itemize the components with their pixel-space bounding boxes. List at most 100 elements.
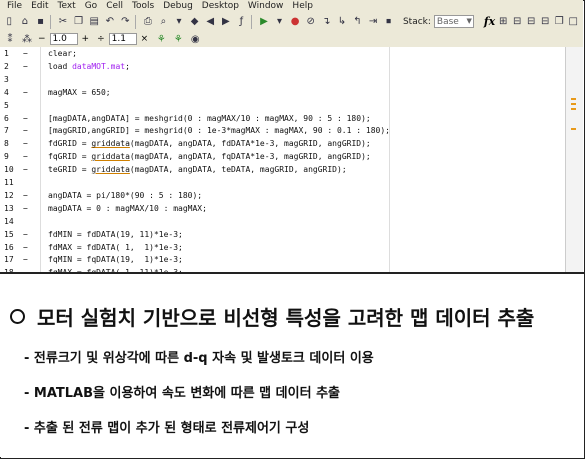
code-text: load dataMOT.mat; (48, 60, 130, 73)
code-line[interactable]: 11 (0, 176, 560, 189)
cut-icon[interactable]: ✂ (57, 15, 70, 29)
breakpoint-dash[interactable]: − (23, 189, 28, 202)
code-line[interactable]: 9 − fqGRID = griddata(magDATA, angDATA, fq… (0, 150, 560, 163)
times-button[interactable]: × (141, 34, 149, 44)
save-icon[interactable]: ▪ (34, 15, 47, 29)
breakpoint-dash[interactable]: − (23, 241, 28, 254)
open-folder-icon[interactable]: ⌂ (19, 15, 32, 29)
code-line[interactable]: 15− fdMIN = fdDATA(19, 11)*1e-3; (0, 228, 560, 241)
menu-item-window[interactable]: Window (248, 1, 284, 11)
menu-item-go[interactable]: Go (85, 1, 97, 11)
forward-icon[interactable]: ▶ (220, 15, 233, 29)
code-line[interactable]: 6 − [magDATA,angDATA] = meshgrid(0 : magMA… (0, 112, 560, 125)
split-horizontal-icon[interactable]: ⊟ (511, 15, 523, 29)
code-line[interactable]: 3 (0, 73, 560, 86)
cell-value-input[interactable]: 1.0 (49, 33, 78, 45)
code-line[interactable]: 14 (0, 215, 560, 228)
maximize-icon[interactable]: □ (567, 15, 579, 29)
divide-button[interactable]: ÷ (97, 34, 105, 44)
code-line[interactable]: 13− magDATA = 0 : magMAX/10 : magMAX; (0, 202, 560, 215)
cell-evaluate-icon[interactable]: ⚘ (154, 32, 168, 46)
breakpoint-dash[interactable]: − (23, 124, 28, 137)
cell-eval-icon[interactable]: ⁂ (20, 32, 34, 46)
breakpoint-dash[interactable]: − (23, 60, 28, 73)
cell-factor: 1.1 (111, 34, 126, 44)
code-text: fqGRID = griddata(magDATA, angDATA, fqDA… (48, 150, 371, 163)
menu-item-edit[interactable]: Edit (31, 1, 48, 11)
undo-icon[interactable]: ↶ (103, 15, 116, 29)
cell-factor-input[interactable]: 1.1 (108, 33, 137, 45)
breakpoint-dash[interactable]: − (23, 163, 28, 176)
run-icon[interactable]: ▶ (258, 15, 271, 29)
stack-select[interactable]: Base ▼ (433, 15, 474, 28)
help-icon[interactable]: ◉ (188, 32, 202, 46)
code-text: fdMIN = fdDATA(19, 11)*1e-3; (48, 228, 183, 241)
breakpoint-dash[interactable]: − (23, 150, 28, 163)
code-line[interactable]: 7 − [magGRID,angGRID] = meshgrid(0 : 1e-3*… (0, 124, 560, 137)
code-line[interactable]: 1 − clear; (0, 47, 560, 60)
code-line[interactable]: 2 − load dataMOT.mat; (0, 60, 560, 73)
warning-marker[interactable] (571, 128, 576, 130)
breakpoint-dash[interactable]: − (23, 228, 28, 241)
breakpoint-dash[interactable]: − (23, 112, 28, 125)
menu-item-text[interactable]: Text (58, 1, 76, 11)
code-line[interactable]: 10− teGRID = griddata(magDATA, angDATA, t… (0, 163, 560, 176)
code-line[interactable]: 4 − magMAX = 650; (0, 86, 560, 99)
find-icon[interactable]: ⌕ (157, 15, 170, 29)
step-icon[interactable]: ↴ (320, 15, 333, 29)
menu-item-help[interactable]: Help (292, 1, 313, 11)
continue-icon[interactable]: ⇥ (367, 15, 380, 29)
menu-item-desktop[interactable]: Desktop (202, 1, 239, 11)
code-line[interactable]: 8 − fdGRID = griddata(magDATA, angDATA, fd… (0, 137, 560, 150)
code-line[interactable]: 5 (0, 99, 560, 112)
code-text: fqMIN = fqDATA(19, 1)*1e-3; (48, 253, 183, 266)
warning-marker[interactable] (571, 103, 576, 105)
function-icon[interactable]: ƒ (235, 15, 248, 29)
code-editor[interactable]: 1 − clear; 2 − load dataMOT.mat; 3 4 − magMAX = 6… (0, 47, 583, 273)
split-vertical-icon[interactable]: ⊟ (525, 15, 537, 29)
menu-item-tools[interactable]: Tools (132, 1, 154, 11)
tile-icon[interactable]: ⊞ (497, 15, 509, 29)
paste-icon[interactable]: ▤ (88, 15, 101, 29)
new-file-icon[interactable]: ▯ (3, 15, 16, 29)
breakpoint-dash[interactable]: − (23, 253, 28, 266)
breakpoint-dash[interactable]: − (23, 47, 28, 60)
breakpoint-icon[interactable]: ● (289, 15, 302, 29)
breakpoint-dash[interactable]: − (23, 86, 28, 99)
dropdown-icon[interactable]: ▾ (173, 15, 186, 29)
menu-item-file[interactable]: File (7, 1, 22, 11)
code-token: (magDATA, angDATA, fqDATA*1e-3, magGRID,… (129, 152, 371, 162)
minus-button[interactable]: − (38, 34, 46, 44)
code-line[interactable]: 16− fdMAX = fdDATA( 1, 1)*1e-3; (0, 241, 560, 254)
breakpoint-dash[interactable]: − (23, 202, 28, 215)
menu-item-debug[interactable]: Debug (163, 1, 193, 11)
code-token: magDATA = 0 : magMAX/10 : magMAX; (48, 203, 207, 213)
bookmark-icon[interactable]: ◆ (188, 15, 201, 29)
copy-icon[interactable]: ❐ (72, 15, 85, 29)
restore-icon[interactable]: ❐ (553, 15, 565, 29)
plus-button[interactable]: + (82, 34, 90, 44)
cell-advance-icon[interactable]: ⚘ (171, 32, 185, 46)
step-out-icon[interactable]: ↰ (351, 15, 364, 29)
split-icon[interactable]: ⊟ (539, 15, 551, 29)
message-bar[interactable] (565, 47, 583, 273)
cell-toolbar: ⁑ ⁂ − 1.0 + ÷ 1.1 × ⚘ ⚘ ◉ (0, 31, 583, 48)
menu-item-cell[interactable]: Cell (106, 1, 123, 11)
code-line[interactable]: 17− fqMIN = fqDATA(19, 1)*1e-3; (0, 253, 560, 266)
breakpoint-dash[interactable]: − (23, 137, 28, 150)
exit-debug-icon[interactable]: ⏹ (382, 15, 395, 29)
clear-breakpoints-icon[interactable]: ⊘ (304, 15, 317, 29)
fx-button[interactable]: fx (484, 15, 495, 28)
code-line[interactable]: 12− angDATA = pi/180*(90 : 5 : 180); (0, 189, 560, 202)
warning-marker[interactable] (571, 108, 576, 110)
print-icon[interactable]: ⎙ (142, 15, 155, 29)
line-number: 2 (4, 61, 9, 71)
line-number: 1 (4, 49, 9, 58)
cell-icon[interactable]: ⁑ (3, 32, 17, 46)
back-icon[interactable]: ◀ (204, 15, 217, 29)
warning-marker[interactable] (571, 98, 576, 100)
redo-icon[interactable]: ↷ (119, 15, 132, 29)
dropdown-icon[interactable]: ▾ (273, 15, 286, 29)
code-token: fqMIN = fqDATA(19, 1)*1e-3; (48, 255, 183, 265)
step-in-icon[interactable]: ↳ (336, 15, 349, 29)
